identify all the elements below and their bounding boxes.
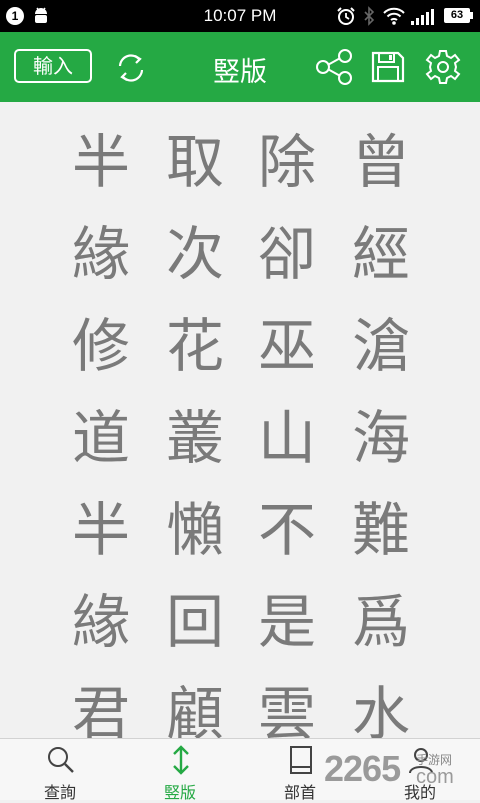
character-glyph: 緣	[71, 588, 130, 656]
bluetooth-icon	[364, 6, 375, 26]
nav-item-vertical[interactable]: 竪版	[120, 739, 240, 802]
character-glyph: 曾	[351, 128, 410, 196]
share-icon[interactable]	[314, 48, 354, 86]
text-column-1: 曾 經 滄 海 難 爲 水	[346, 116, 416, 760]
character-glyph: 半	[71, 128, 130, 196]
character-glyph: 花	[165, 312, 224, 380]
character-glyph: 是	[257, 588, 316, 656]
character-glyph: 緣	[71, 220, 130, 288]
character-glyph: 次	[165, 220, 224, 288]
character-glyph: 爲	[351, 588, 410, 656]
input-button[interactable]: 輸入	[14, 49, 92, 83]
nav-label: 查詢	[43, 783, 76, 802]
character-glyph: 不	[257, 496, 316, 564]
character-glyph: 取	[165, 128, 224, 196]
clock: 10:07 PM	[203, 6, 277, 25]
text-column-2: 除 卻 巫 山 不 是 雲	[252, 116, 322, 760]
battery-indicator: 63	[444, 8, 473, 23]
wifi-icon	[383, 7, 405, 25]
signal-icon	[411, 9, 434, 25]
nav-label: 竪版	[163, 783, 196, 802]
settings-icon[interactable]	[424, 48, 462, 86]
save-icon[interactable]	[370, 50, 406, 84]
vertical-arrow-icon	[173, 745, 189, 775]
character-glyph: 經	[351, 220, 410, 288]
watermark-number: 2265	[324, 748, 401, 789]
character-glyph: 山	[257, 404, 316, 472]
book-icon	[290, 746, 312, 774]
character-glyph: 滄	[351, 312, 410, 380]
nav-item-search[interactable]: 查詢	[0, 739, 120, 802]
watermark-suffix: com	[416, 766, 454, 788]
character-glyph: 叢	[165, 404, 224, 472]
refresh-icon[interactable]	[113, 50, 149, 86]
site-watermark: 2265 手游网 com	[324, 748, 474, 798]
character-glyph: 海	[351, 404, 410, 472]
text-column-3: 取 次 花 叢 懶 回 顧	[160, 116, 230, 760]
character-glyph: 回	[165, 588, 224, 656]
page-title: 竪版	[213, 57, 267, 88]
character-glyph: 難	[351, 496, 410, 564]
status-bar: 1 10:07 PM 63	[0, 0, 480, 32]
alarm-icon	[337, 7, 355, 25]
character-glyph: 道	[71, 404, 130, 472]
character-glyph: 修	[71, 312, 130, 380]
character-glyph: 懶	[165, 496, 224, 564]
search-icon	[48, 747, 74, 773]
character-glyph: 卻	[257, 220, 316, 288]
toolbar: 輸入 竪版	[0, 32, 480, 102]
text-column-4: 半 緣 修 道 半 緣 君	[66, 116, 136, 760]
vertical-text-area: 曾 經 滄 海 難 爲 水 除 卻 巫 山 不 是 雲 取 次 花 叢 懶 回 …	[0, 102, 480, 748]
character-glyph: 除	[257, 128, 316, 196]
character-glyph: 巫	[257, 312, 316, 380]
character-glyph: 半	[71, 496, 130, 564]
